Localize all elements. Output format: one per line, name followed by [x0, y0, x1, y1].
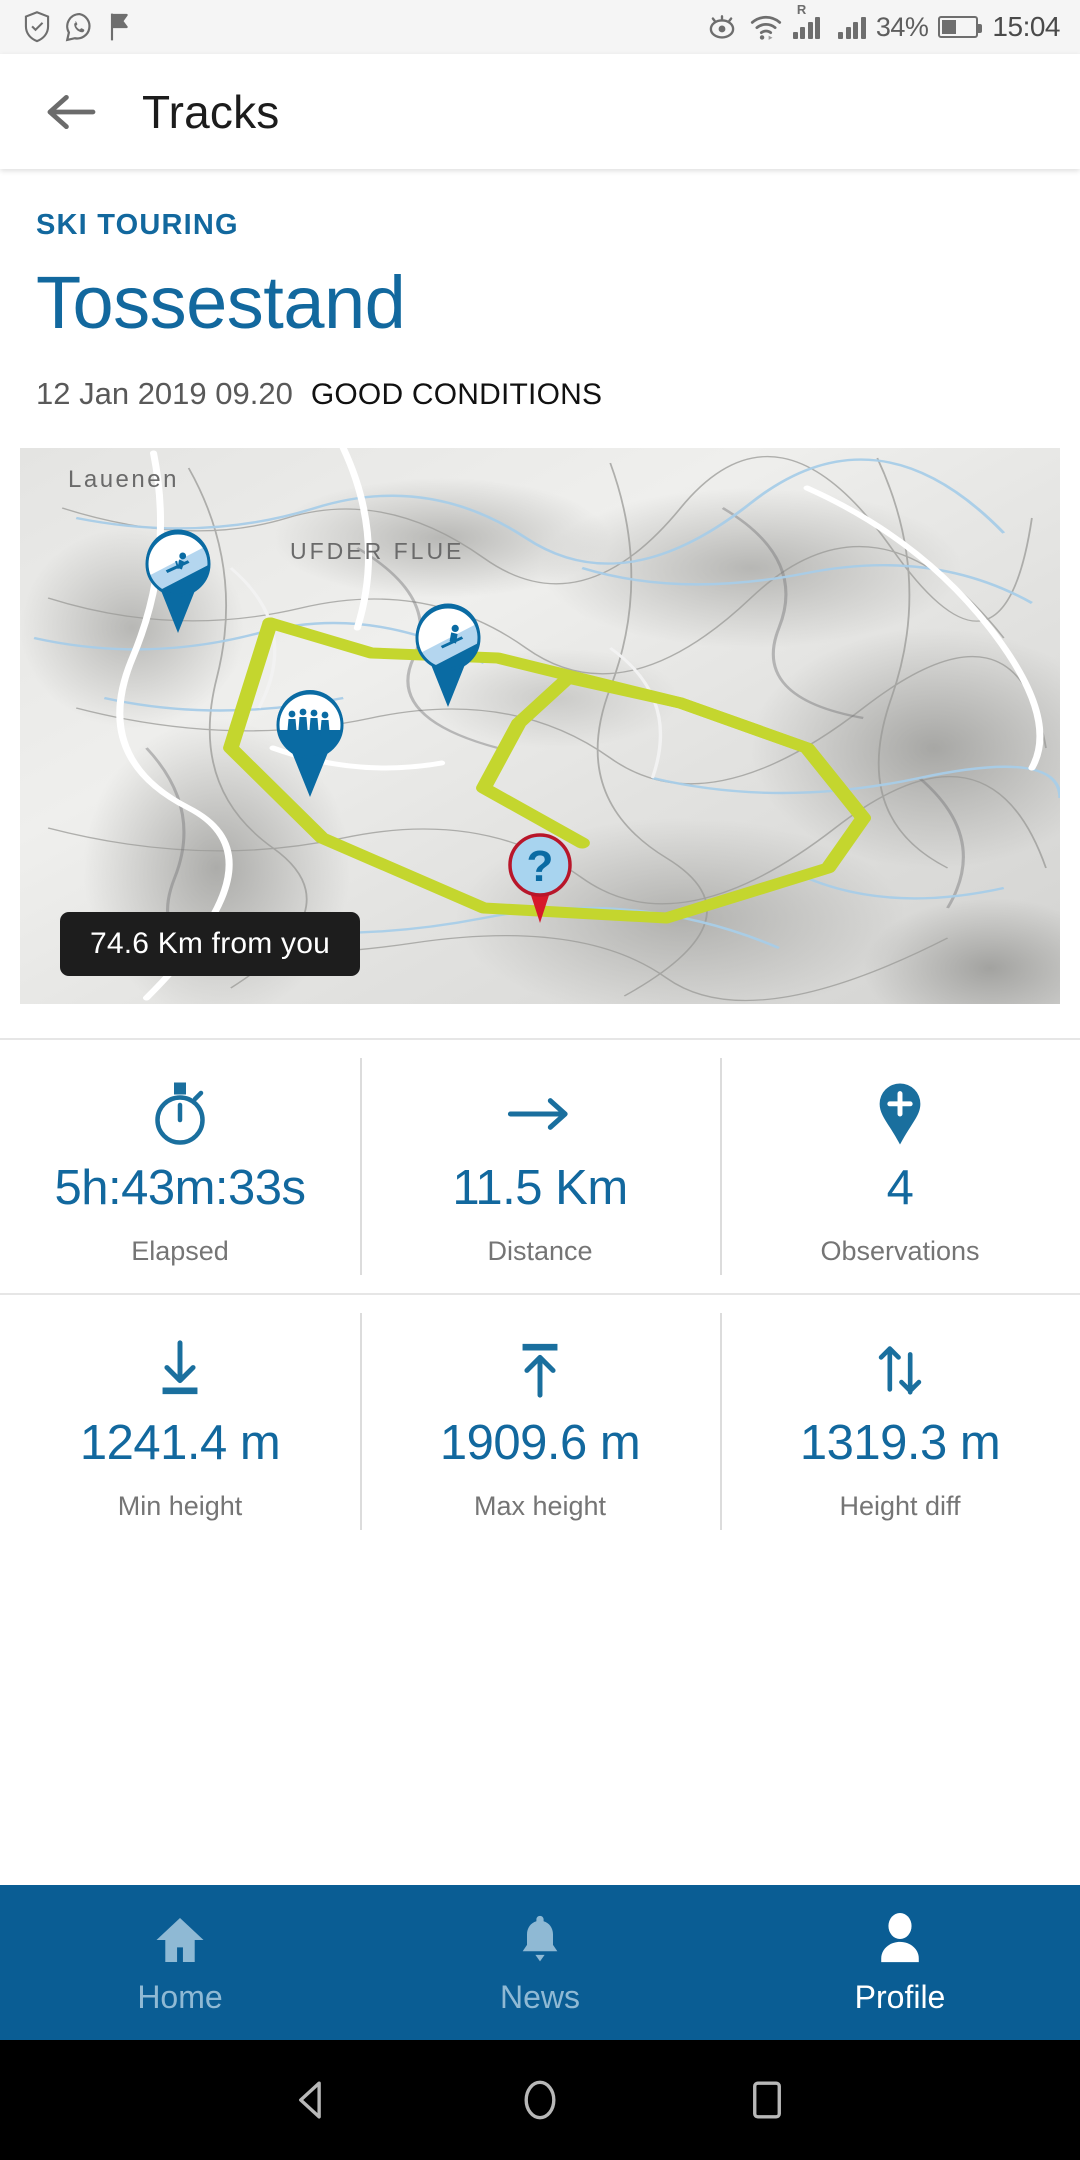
- stat-label: Min height: [117, 1490, 243, 1521]
- whatsapp-icon: [64, 11, 95, 43]
- roaming-signal-icon: R: [792, 2, 821, 39]
- stat-min-height: 1241.4 m Min height: [0, 1295, 360, 1548]
- arrows-up-down-icon: [872, 1333, 928, 1405]
- arrow-up-to-line-icon: [515, 1333, 565, 1405]
- bell-icon: [516, 1909, 564, 1965]
- status-bar-right-icons: R 34% 15:04: [705, 2, 1060, 43]
- page-title: Tracks: [142, 85, 280, 138]
- battery-percent: 34%: [875, 11, 929, 42]
- nav-item-home[interactable]: Home: [0, 1885, 360, 2040]
- back-arrow-icon: [47, 94, 96, 129]
- back-button[interactable]: [36, 77, 106, 147]
- battery-icon: [938, 16, 983, 38]
- stat-height-diff: 1319.3 m Height diff: [720, 1295, 1080, 1548]
- stat-observations: 4 Observations: [720, 1040, 1080, 1293]
- track-meta: 12 Jan 2019 09.20 GOOD CONDITIONS: [0, 342, 1080, 412]
- app-bar: Tracks: [0, 54, 1080, 169]
- stat-label: Distance: [487, 1235, 593, 1266]
- signal-icon: [838, 15, 866, 39]
- clock: 15:04: [992, 11, 1060, 42]
- android-recents-button[interactable]: [737, 2070, 797, 2130]
- phone-screen: R 34% 15:04 Tracks SKI TOURING Tossestan…: [0, 0, 1080, 2160]
- arrow-right-icon: [506, 1078, 574, 1150]
- stat-value: 4: [886, 1160, 914, 1215]
- track-category: SKI TOURING: [36, 209, 239, 241]
- stat-value: 1241.4 m: [79, 1415, 281, 1470]
- recents-square-icon: [752, 2081, 781, 2119]
- flag-icon: [107, 11, 133, 43]
- back-triangle-icon: [299, 2081, 322, 2119]
- track-date: 12 Jan 2019 09.20: [36, 375, 293, 411]
- nav-label: News: [499, 1979, 580, 2015]
- track-name: Tossestand: [36, 261, 406, 344]
- map-pin-question: ?: [508, 832, 572, 923]
- stopwatch-icon: [150, 1078, 210, 1150]
- map-pin-skier-uphill: [145, 529, 211, 633]
- shield-check-icon: [22, 11, 52, 43]
- group-marker[interactable]: [268, 686, 352, 803]
- android-back-button[interactable]: [283, 2070, 343, 2130]
- roaming-letter: R: [796, 2, 807, 17]
- arrow-down-to-line-icon: [155, 1333, 205, 1405]
- stat-value: 1909.6 m: [439, 1415, 641, 1470]
- stat-value: 11.5 Km: [452, 1160, 628, 1215]
- status-bar: R 34% 15:04: [0, 0, 1080, 54]
- person-icon: [875, 1909, 925, 1965]
- nav-item-news[interactable]: News: [360, 1885, 720, 2040]
- android-home-button[interactable]: [510, 2070, 570, 2130]
- map-pin-people-group: [276, 689, 344, 797]
- wifi-icon: [749, 12, 783, 42]
- stat-distance: 11.5 Km Distance: [360, 1040, 720, 1293]
- stat-label: Elapsed: [131, 1235, 229, 1266]
- svg-text:?: ?: [527, 842, 554, 891]
- track-map[interactable]: Lauenen UFDER FLUE ? 74.6 Km from you: [20, 447, 1060, 1004]
- stat-label: Observations: [820, 1235, 980, 1266]
- stat-value: 1319.3 m: [799, 1415, 1001, 1470]
- bottom-navigation: Home News Profile: [0, 1885, 1080, 2040]
- status-bar-left-icons: [22, 11, 133, 43]
- ski-touring-marker-2[interactable]: [408, 600, 488, 713]
- android-navigation-bar: [0, 2040, 1080, 2160]
- stats-row-2: 1241.4 m Min height 1909.6 m Max height …: [0, 1292, 1080, 1548]
- stat-value: 5h:43m:33s: [54, 1160, 306, 1215]
- ski-touring-marker-1[interactable]: [138, 526, 218, 639]
- home-circle-icon: [524, 2080, 556, 2120]
- map-pin-skier-downhill: [415, 603, 481, 707]
- track-stats: 5h:43m:33s Elapsed 11.5 Km Distance 4 Ob…: [0, 1037, 1080, 1548]
- stat-label: Max height: [473, 1490, 607, 1521]
- map-pin-plus-icon: [876, 1078, 924, 1150]
- track-detail-content: SKI TOURING Tossestand 12 Jan 2019 09.20…: [0, 169, 1080, 1548]
- home-icon: [153, 1909, 207, 1965]
- question-marker[interactable]: ?: [504, 830, 576, 929]
- stat-max-height: 1909.6 m Max height: [360, 1295, 720, 1548]
- stats-row-1: 5h:43m:33s Elapsed 11.5 Km Distance 4 Ob…: [0, 1040, 1080, 1293]
- stat-label: Height diff: [839, 1490, 961, 1521]
- nav-label: Profile: [854, 1979, 946, 2015]
- nav-label: Home: [137, 1979, 223, 2015]
- eye-comfort-icon: [705, 12, 739, 42]
- distance-from-you-badge: 74.6 Km from you: [60, 911, 360, 976]
- track-conditions: GOOD CONDITIONS: [310, 377, 603, 411]
- stat-elapsed: 5h:43m:33s Elapsed: [0, 1040, 360, 1293]
- nav-item-profile[interactable]: Profile: [720, 1885, 1080, 2040]
